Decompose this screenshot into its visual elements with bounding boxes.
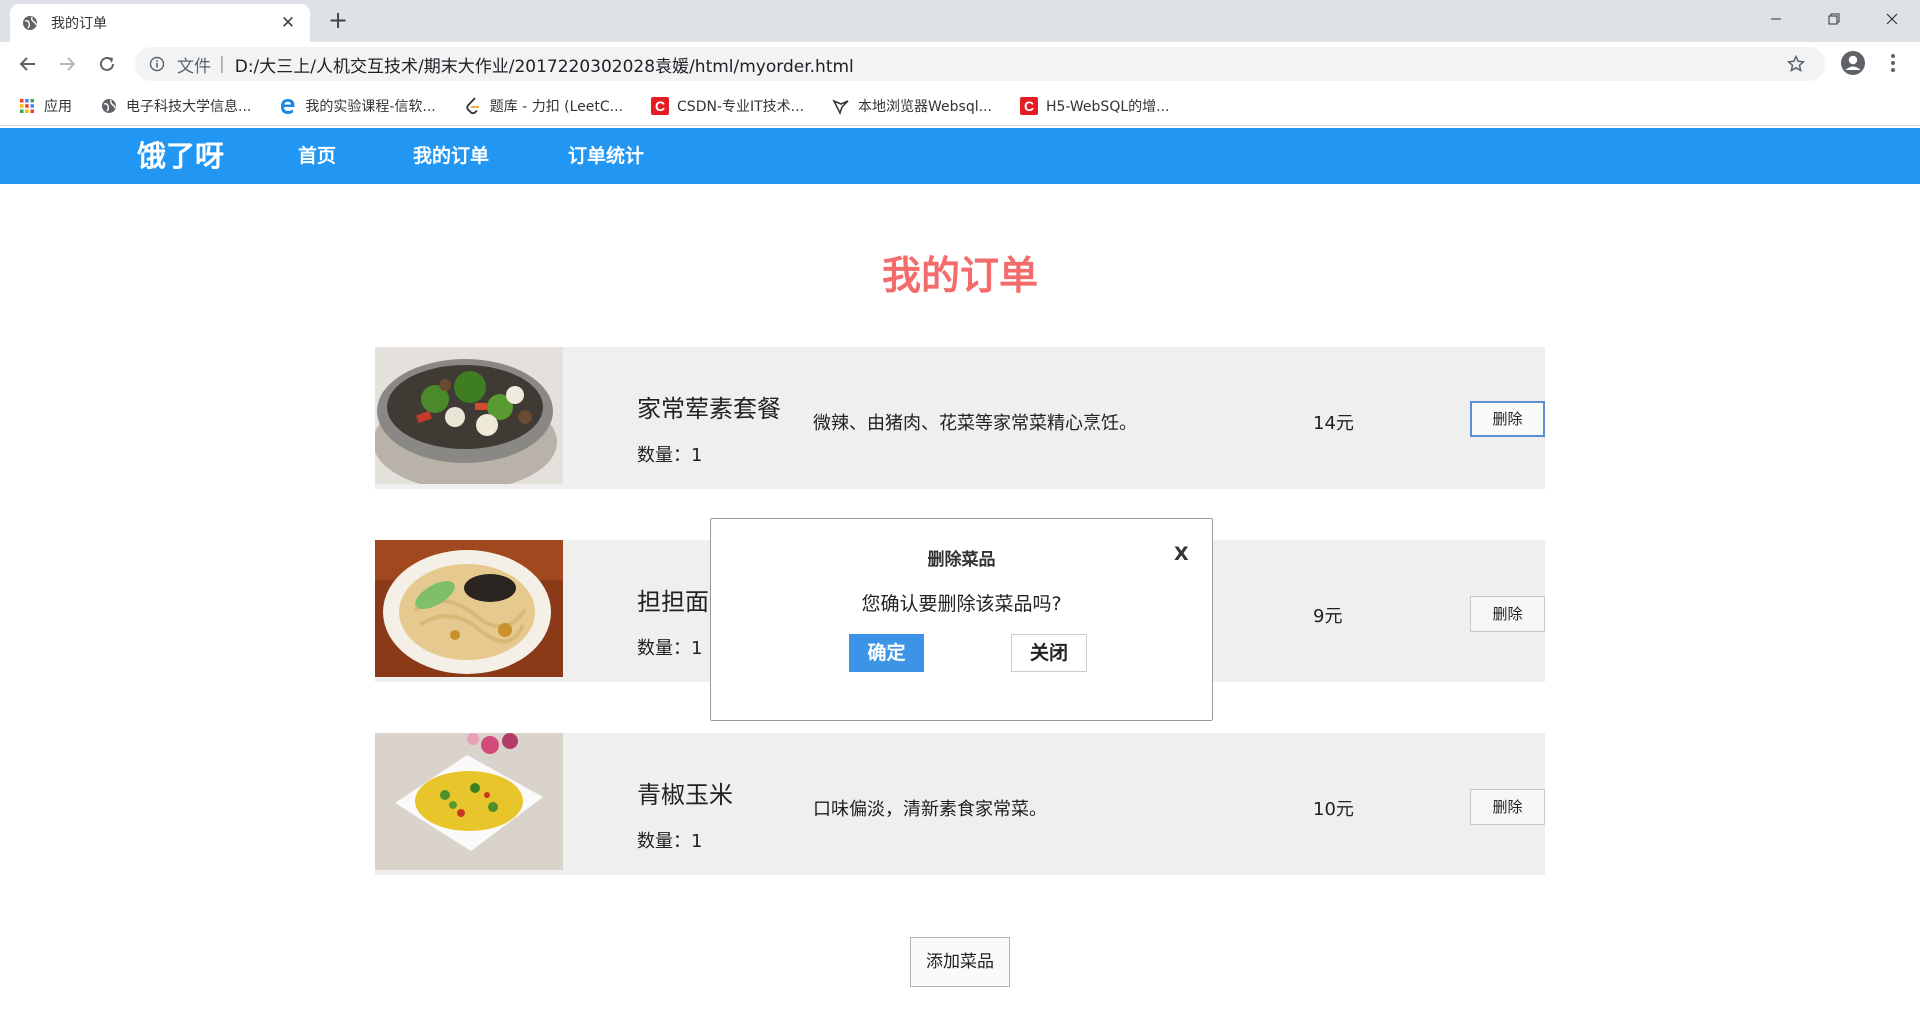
browser-tabstrip: 我的订单 ✕ + [0,0,1920,42]
profile-avatar-icon[interactable] [1840,50,1866,76]
dish-quantity: 数量：1 [637,638,703,659]
globe-icon [100,97,118,115]
bookmark-websql[interactable]: 本地浏览器Websql... [832,96,992,116]
dish-name: 担担面 [637,588,709,616]
browser-menu-icon[interactable] [1886,50,1900,76]
browser-tab[interactable]: 我的订单 ✕ [10,4,310,42]
nav-home[interactable]: 首页 [298,128,336,184]
delete-button[interactable]: 删除 [1470,401,1545,437]
tab-close-icon[interactable]: ✕ [278,13,298,33]
info-icon[interactable] [149,56,165,72]
dish-price: 9元 [1313,606,1343,627]
leetcode-icon [464,96,482,115]
bookmark-lab-course[interactable]: 我的实验课程-信软... [279,96,436,116]
dish-image [375,540,563,677]
nav-order-stats[interactable]: 订单统计 [568,128,644,184]
dish-quantity: 数量：1 [637,831,703,852]
svg-text:C: C [1024,98,1034,114]
bookmark-csdn[interactable]: C CSDN-专业IT技术... [651,96,804,116]
dialog-close-icon[interactable]: X [1174,543,1189,565]
add-dish-button[interactable]: 添加菜品 [910,937,1010,987]
bookmark-label: CSDN-专业IT技术... [677,98,805,115]
restore-icon[interactable] [1806,0,1862,38]
bookmark-label: 我的实验课程-信软... [305,98,436,115]
csdn-icon: C [1019,96,1038,115]
dish-image [375,347,563,484]
bookmark-star-icon[interactable] [1786,54,1806,73]
csdn-icon: C [651,96,670,115]
dish-image [375,733,563,870]
reload-icon[interactable] [93,50,121,78]
dish-name: 家常荤素套餐 [637,395,781,423]
tab-title: 我的订单 [51,16,107,32]
svg-text:C: C [655,98,665,114]
dish-name: 青椒玉米 [637,781,733,809]
address-bar[interactable]: 文件 | D:/大三上/人机交互技术/期末大作业/2017220302028袁媛… [135,47,1825,81]
order-item: 青椒玉米 数量：1 口味偏淡，清新素食家常菜。 10元 删除 [375,733,1545,875]
bookmark-h5-websql[interactable]: C H5-WebSQL的增... [1019,96,1170,116]
page-title: 我的订单 [881,254,1038,299]
url-text[interactable]: D:/大三上/人机交互技术/期末大作业/2017220302028袁媛/html… [235,52,854,77]
bookmarks-bar: 应用 电子科技大学信息... 我的实验课程-信软... 题库 - 力扣 (Lee… [0,86,1920,126]
delete-button[interactable]: 删除 [1470,789,1545,825]
dish-price: 14元 [1313,413,1354,434]
back-arrow-icon[interactable] [14,50,42,78]
brand-logo[interactable]: 饿了呀 [137,128,224,184]
dish-description: 口味偏淡，清新素食家常菜。 [813,799,1047,820]
dialog-title: 删除菜品 [927,550,996,570]
url-separator: | [219,54,225,74]
bookmark-label: H5-WebSQL的增... [1045,98,1170,115]
confirm-button[interactable]: 确定 [849,634,924,672]
edge-e-icon [279,97,297,115]
bookmark-apps[interactable]: 应用 [18,96,72,116]
bookmark-label: 题库 - 力扣 (LeetC... [489,98,624,115]
url-scheme: 文件 [177,56,211,77]
close-button[interactable]: 关闭 [1011,634,1087,672]
dish-quantity: 数量：1 [637,445,703,466]
feather-icon [832,97,850,115]
close-window-icon[interactable] [1864,0,1920,38]
bookmark-uestc[interactable]: 电子科技大学信息... [100,96,251,116]
dish-description: 微辣、由猪肉、花菜等家常菜精心烹饪。 [813,413,1137,434]
minimize-icon[interactable] [1748,0,1804,38]
forward-arrow-icon[interactable] [53,50,81,78]
delete-button[interactable]: 删除 [1470,596,1545,632]
bookmark-label: 电子科技大学信息... [126,98,252,115]
dialog-message: 您确认要删除该菜品吗? [861,593,1062,615]
site-navbar: 饿了呀 首页 我的订单 订单统计 [0,128,1920,184]
apps-grid-icon [18,97,36,115]
globe-icon [22,15,38,31]
browser-toolbar: 文件 | D:/大三上/人机交互技术/期末大作业/2017220302028袁媛… [0,42,1920,86]
delete-confirm-dialog: 删除菜品 X 您确认要删除该菜品吗? 确定 关闭 [710,518,1213,721]
nav-my-orders[interactable]: 我的订单 [413,128,489,184]
dish-price: 10元 [1313,799,1354,820]
bookmark-leetcode[interactable]: 题库 - 力扣 (LeetC... [464,96,623,116]
new-tab-icon[interactable]: + [324,6,352,34]
bookmark-label: 应用 [44,98,72,115]
bookmark-label: 本地浏览器Websql... [858,98,992,115]
order-item: 家常荤素套餐 数量：1 微辣、由猪肉、花菜等家常菜精心烹饪。 14元 删除 [375,347,1545,489]
